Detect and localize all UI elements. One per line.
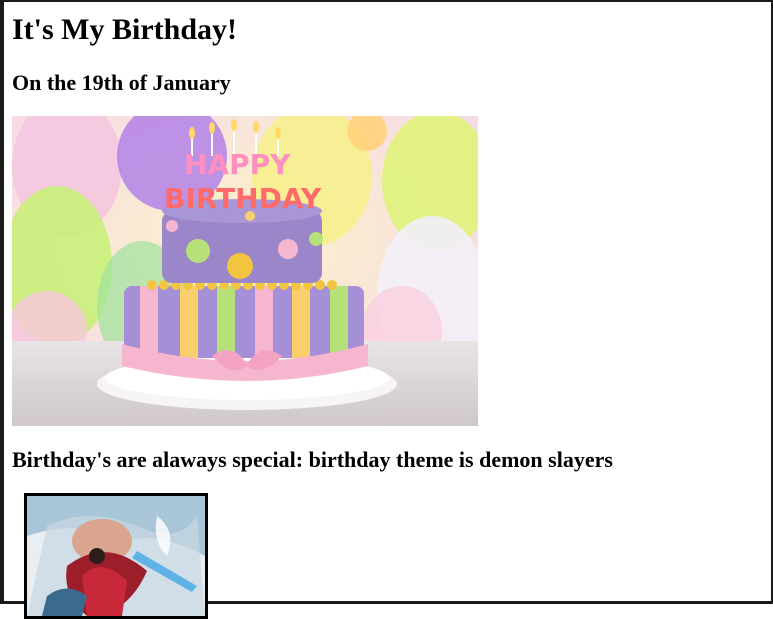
date-heading: On the 19th of January (12, 70, 231, 95)
demon-slayer-image (24, 493, 208, 619)
candles-happy-text: HAPPY (184, 148, 291, 181)
candles-birthday-text: BIRTHDAY (164, 182, 322, 215)
theme-heading: Birthday's are alaways special: birthday… (12, 447, 613, 472)
birthday-cake-image: HAPPY BIRTHDAY (12, 116, 478, 426)
page-title: It's My Birthday! (12, 13, 237, 46)
page: It's My Birthday! On the 19th of January (12, 2, 771, 619)
